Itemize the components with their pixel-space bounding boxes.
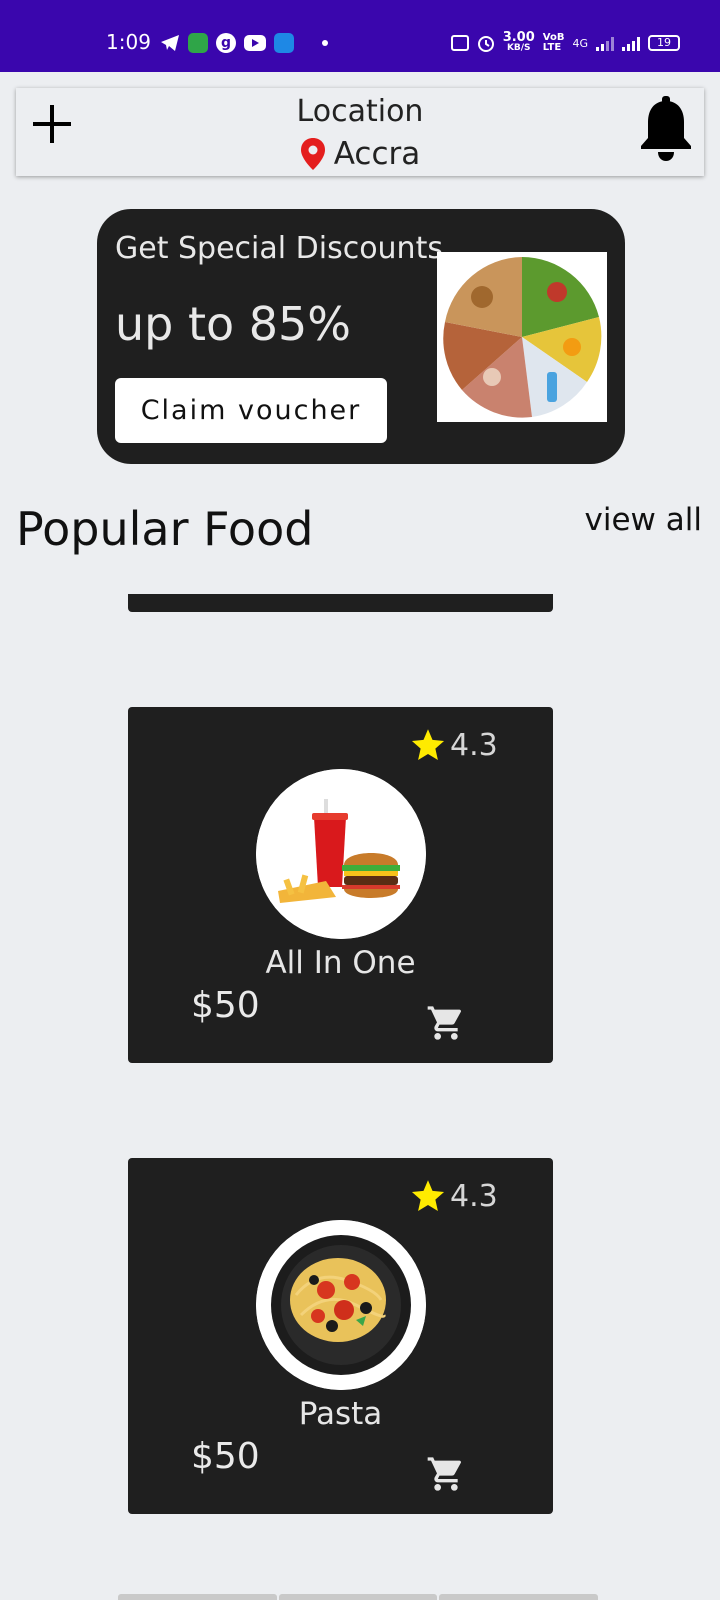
food-price: $50 (191, 1436, 260, 1477)
battery-icon: 19 (648, 35, 680, 51)
burger-combo-image (256, 769, 426, 939)
food-name: All In One (265, 945, 416, 981)
location-label: Location (296, 94, 424, 129)
location-city: Accra (333, 136, 421, 172)
food-card[interactable]: 4.3 Pasta $50 (128, 1158, 553, 1514)
signal-icon (596, 35, 614, 51)
promo-banner: Get Special Discounts up to 85% Claim vo… (97, 209, 625, 464)
food-price: $50 (191, 985, 260, 1026)
add-to-cart-icon[interactable] (426, 1454, 466, 1494)
android-icon (274, 33, 294, 53)
promo-discount: up to 85% (115, 297, 352, 351)
screenshot-icon (450, 35, 469, 51)
location-selector[interactable]: Accra (16, 136, 704, 172)
food-name: Pasta (298, 1396, 383, 1432)
google-icon: g (216, 33, 236, 53)
star-icon (411, 729, 445, 760)
notification-icons: g (160, 33, 328, 53)
notification-bell-icon[interactable] (638, 96, 694, 162)
volte-icon: VoB LTE (542, 32, 565, 53)
speed-unit: KB/S (506, 43, 531, 53)
promo-title: Get Special Discounts (115, 231, 443, 266)
more-notifications-dot (322, 40, 328, 46)
telegram-icon (161, 35, 179, 51)
youtube-icon (244, 35, 266, 51)
rating-value: 4.3 (450, 1178, 498, 1214)
food-card-partial[interactable] (128, 594, 553, 612)
location-pin-icon (300, 138, 325, 170)
add-to-cart-icon[interactable] (426, 1003, 466, 1043)
network-speed: 3.00 KB/S (503, 31, 535, 54)
rating: 4.3 (410, 727, 498, 763)
app-notification-icon (188, 33, 208, 53)
rating: 4.3 (410, 1178, 498, 1214)
section-title: Popular Food (16, 502, 314, 556)
view-all-link[interactable]: view all (585, 502, 702, 538)
network-type: 4G (572, 36, 588, 50)
alarm-icon (477, 36, 494, 52)
star-icon (411, 1180, 445, 1211)
status-bar: 1:09 g 3.00 KB/S VoB LTE 4G 19 (0, 0, 720, 72)
rating-value: 4.3 (450, 727, 498, 763)
battery-level: 19 (657, 36, 671, 49)
bottom-nav-edge (118, 1594, 599, 1600)
food-card[interactable]: 4.3 All In One $50 (128, 707, 553, 1063)
food-groups-image (437, 252, 607, 422)
location-header: Location Accra (16, 88, 704, 176)
signal-icon-2 (622, 35, 640, 51)
claim-voucher-button[interactable]: Claim voucher (115, 378, 387, 443)
status-time: 1:09 (106, 30, 151, 54)
pasta-image (256, 1220, 426, 1390)
system-icons: 3.00 KB/S VoB LTE 4G 19 (450, 31, 680, 54)
